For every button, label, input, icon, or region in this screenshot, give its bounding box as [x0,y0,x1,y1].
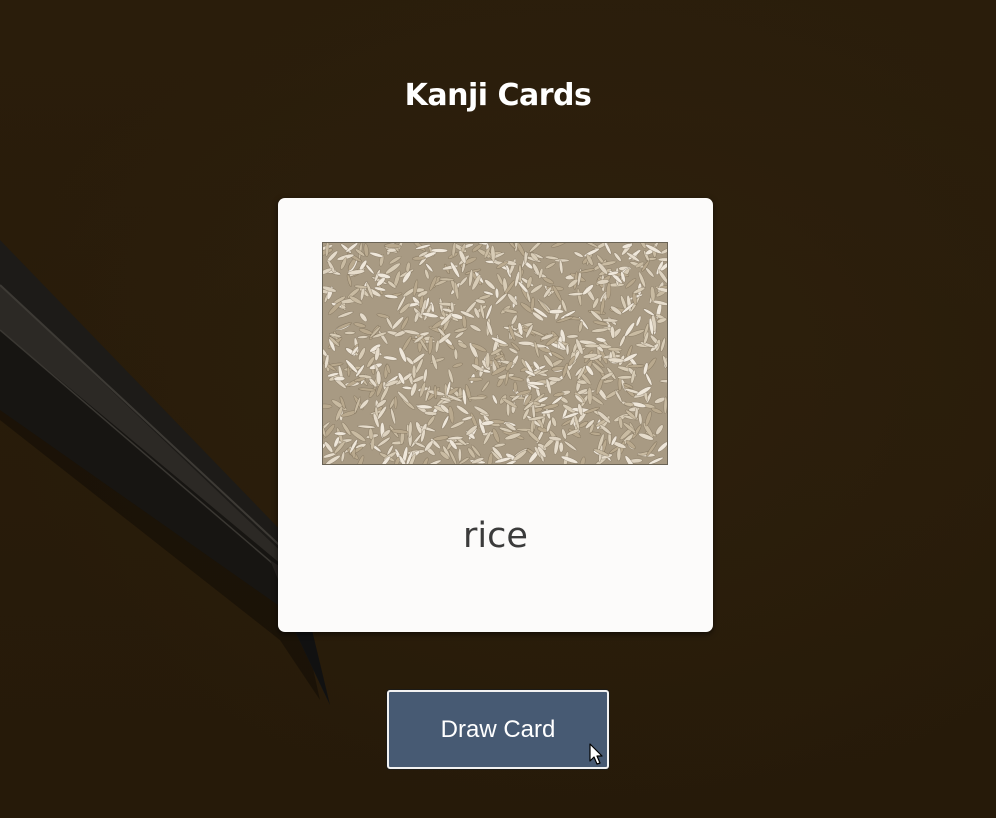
card-word: rice [463,516,528,556]
page-title: Kanji Cards [404,78,592,113]
mouse-pointer-icon [589,743,603,765]
draw-card-button[interactable]: Draw Card [387,690,609,769]
flash-card: rice [278,198,713,632]
rice-grains-image [322,242,668,465]
